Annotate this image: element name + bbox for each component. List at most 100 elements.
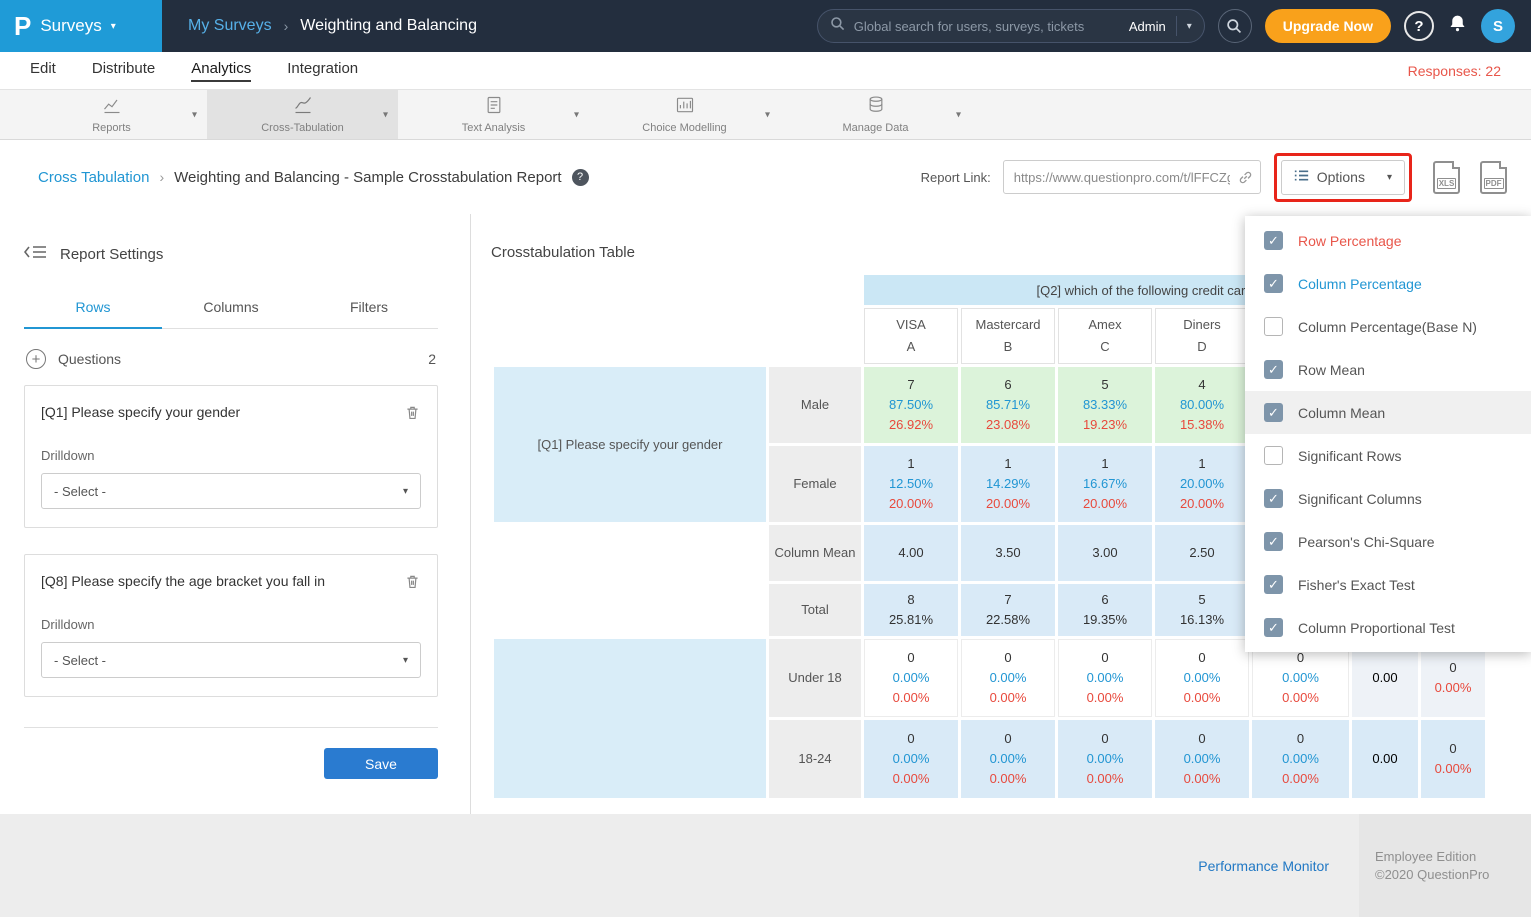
delete-question-icon[interactable]: [404, 404, 421, 426]
drilldown-select[interactable]: - Select -▾: [41, 642, 421, 678]
save-button[interactable]: Save: [324, 748, 438, 779]
checkbox-checked-icon[interactable]: ✓: [1264, 403, 1283, 422]
toolbar-item-cross-tabulation[interactable]: Cross-Tabulation ▾: [207, 90, 398, 139]
search-input[interactable]: [854, 19, 1129, 34]
toolbar-item-manage-data[interactable]: Manage Data ▾: [780, 90, 971, 139]
chevron-down-icon[interactable]: ▾: [574, 109, 579, 120]
search-button[interactable]: [1218, 9, 1252, 43]
settings-tab-filters[interactable]: Filters: [300, 291, 438, 329]
nav-tab-integration[interactable]: Integration: [287, 60, 358, 82]
toolbar-item-label: Choice Modelling: [642, 122, 726, 134]
data-cell: 583.33%19.23%: [1058, 367, 1152, 443]
text-doc-icon: [484, 95, 504, 120]
chevron-down-icon[interactable]: ▾: [383, 109, 388, 120]
nav-tab-analytics[interactable]: Analytics: [191, 60, 251, 82]
options-menu-item-significant-columns[interactable]: ✓Significant Columns: [1245, 477, 1531, 520]
options-button[interactable]: Options ▾: [1281, 160, 1405, 195]
add-question-button[interactable]: +: [26, 349, 46, 369]
checkbox-checked-icon[interactable]: ✓: [1264, 489, 1283, 508]
global-search[interactable]: Admin ▾: [817, 9, 1205, 43]
options-menu-item-label: Column Proportional Test: [1298, 620, 1455, 636]
toolbar-item-text-analysis[interactable]: Text Analysis▾: [398, 90, 589, 139]
options-menu-item-significant-rows[interactable]: Significant Rows: [1245, 434, 1531, 477]
options-menu-item-pearson-s-chi-square[interactable]: ✓Pearson's Chi-Square: [1245, 520, 1531, 563]
row-group-label-q1: [Q1] Please specify your gender: [494, 367, 766, 522]
options-menu-item-column-proportional-test[interactable]: ✓ Column Proportional Test: [1245, 606, 1531, 649]
page-fold-icon: [1499, 161, 1507, 169]
data-cell: 3.50: [961, 525, 1055, 581]
options-menu-item-label: Column Percentage(Base N): [1298, 319, 1477, 335]
toolbar-item-choice-modelling[interactable]: Choice Modelling ▾: [589, 90, 780, 139]
report-title-row: Cross Tabulation › Weighting and Balanci…: [0, 140, 1531, 214]
checkbox-checked-icon[interactable]: ✓: [1264, 575, 1283, 594]
delete-question-icon[interactable]: [404, 573, 421, 595]
cross-tabulation-link[interactable]: Cross Tabulation: [38, 169, 149, 186]
help-icon[interactable]: ?: [572, 169, 589, 186]
options-menu-item-label: Significant Rows: [1298, 448, 1402, 464]
toolbar-item-label: Reports: [92, 122, 131, 134]
chevron-down-icon[interactable]: ▾: [956, 109, 961, 120]
questionpro-logo: P: [14, 11, 31, 42]
drilldown-select[interactable]: - Select -▾: [41, 473, 421, 509]
options-menu-item-fisher-s-exact-test[interactable]: ✓ Fisher's Exact Test: [1245, 563, 1531, 606]
chevron-down-icon[interactable]: ▾: [765, 109, 770, 120]
toolbar-item-reports[interactable]: Reports ▾: [16, 90, 207, 139]
bar-chart-icon: [675, 95, 695, 120]
drilldown-select-value: - Select -: [54, 653, 403, 668]
data-cell: 00.00%0.00%: [961, 639, 1055, 717]
edition-line: Employee Edition: [1375, 849, 1531, 864]
checkbox-checked-icon[interactable]: ✓: [1264, 360, 1283, 379]
data-cell: 787.50%26.92%: [864, 367, 958, 443]
checkbox-checked-icon[interactable]: ✓: [1264, 618, 1283, 637]
upgrade-now-button[interactable]: Upgrade Now: [1265, 9, 1391, 43]
data-cell: 00.00%0.00%: [1058, 639, 1152, 717]
export-pdf-button[interactable]: PDF: [1480, 161, 1507, 194]
settings-tabs: RowsColumnsFilters: [24, 291, 438, 329]
chevron-down-icon[interactable]: ▾: [192, 109, 197, 120]
copyright-line: ©2020 QuestionPro: [1375, 867, 1531, 882]
help-button[interactable]: ?: [1404, 11, 1434, 41]
collapse-panel-icon[interactable]: [24, 244, 48, 265]
settings-tab-columns[interactable]: Columns: [162, 291, 300, 329]
options-menu-item-row-mean[interactable]: ✓Row Mean: [1245, 348, 1531, 391]
report-link-input[interactable]: [1003, 160, 1261, 194]
report-actions: Report Link: Options ▾ XLS PDF: [921, 160, 1507, 195]
nav-tab-edit[interactable]: Edit: [30, 60, 56, 82]
edition-box: Employee Edition ©2020 QuestionPro: [1359, 814, 1531, 917]
breadcrumb-my-surveys[interactable]: My Surveys: [188, 17, 272, 35]
toolbar-item-label: Manage Data: [842, 122, 908, 134]
row-label-18-24: 18-24: [769, 720, 861, 798]
user-avatar[interactable]: S: [1481, 9, 1515, 43]
options-menu-item-column-percentage-base-n[interactable]: Column Percentage(Base N): [1245, 305, 1531, 348]
checkbox-unchecked-icon[interactable]: [1264, 446, 1283, 465]
topbar: P Surveys ▾ My Surveys › Weighting and B…: [0, 0, 1531, 52]
data-cell: 00.00%0.00%: [864, 639, 958, 717]
row-total-cell: 00.00%: [1421, 720, 1485, 798]
row-label-total: Total: [769, 584, 861, 636]
checkbox-unchecked-icon[interactable]: [1264, 317, 1283, 336]
options-menu-item-row-percentage[interactable]: ✓Row Percentage: [1245, 219, 1531, 262]
data-cell: 00.00%0.00%: [961, 720, 1055, 798]
settings-tab-rows[interactable]: Rows: [24, 291, 162, 329]
toolbar-item-label: Cross-Tabulation: [261, 122, 344, 134]
notifications-bell-icon[interactable]: [1447, 13, 1468, 39]
checkbox-checked-icon[interactable]: ✓: [1264, 532, 1283, 551]
database-icon: [866, 95, 886, 120]
report-link-field: [1003, 160, 1261, 194]
link-icon[interactable]: [1237, 169, 1254, 191]
question-title: [Q1] Please specify your gender: [41, 404, 394, 420]
options-menu-item-label: Fisher's Exact Test: [1298, 577, 1415, 593]
options-menu-item-column-percentage[interactable]: ✓Column Percentage: [1245, 262, 1531, 305]
search-scope[interactable]: Admin: [1129, 19, 1166, 34]
nav-tab-distribute[interactable]: Distribute: [92, 60, 155, 82]
data-cell: 722.58%: [961, 584, 1055, 636]
checkbox-checked-icon[interactable]: ✓: [1264, 274, 1283, 293]
export-xls-button[interactable]: XLS: [1433, 161, 1460, 194]
row-mean-cell: 0.00: [1352, 720, 1418, 798]
performance-monitor-link[interactable]: Performance Monitor: [1198, 858, 1329, 874]
report-title: Weighting and Balancing - Sample Crossta…: [174, 169, 561, 186]
checkbox-checked-icon[interactable]: ✓: [1264, 231, 1283, 250]
product-switcher[interactable]: P Surveys ▾: [0, 0, 162, 52]
options-menu-item-column-mean[interactable]: ✓Column Mean: [1245, 391, 1531, 434]
chevron-down-icon[interactable]: ▾: [1187, 21, 1192, 32]
